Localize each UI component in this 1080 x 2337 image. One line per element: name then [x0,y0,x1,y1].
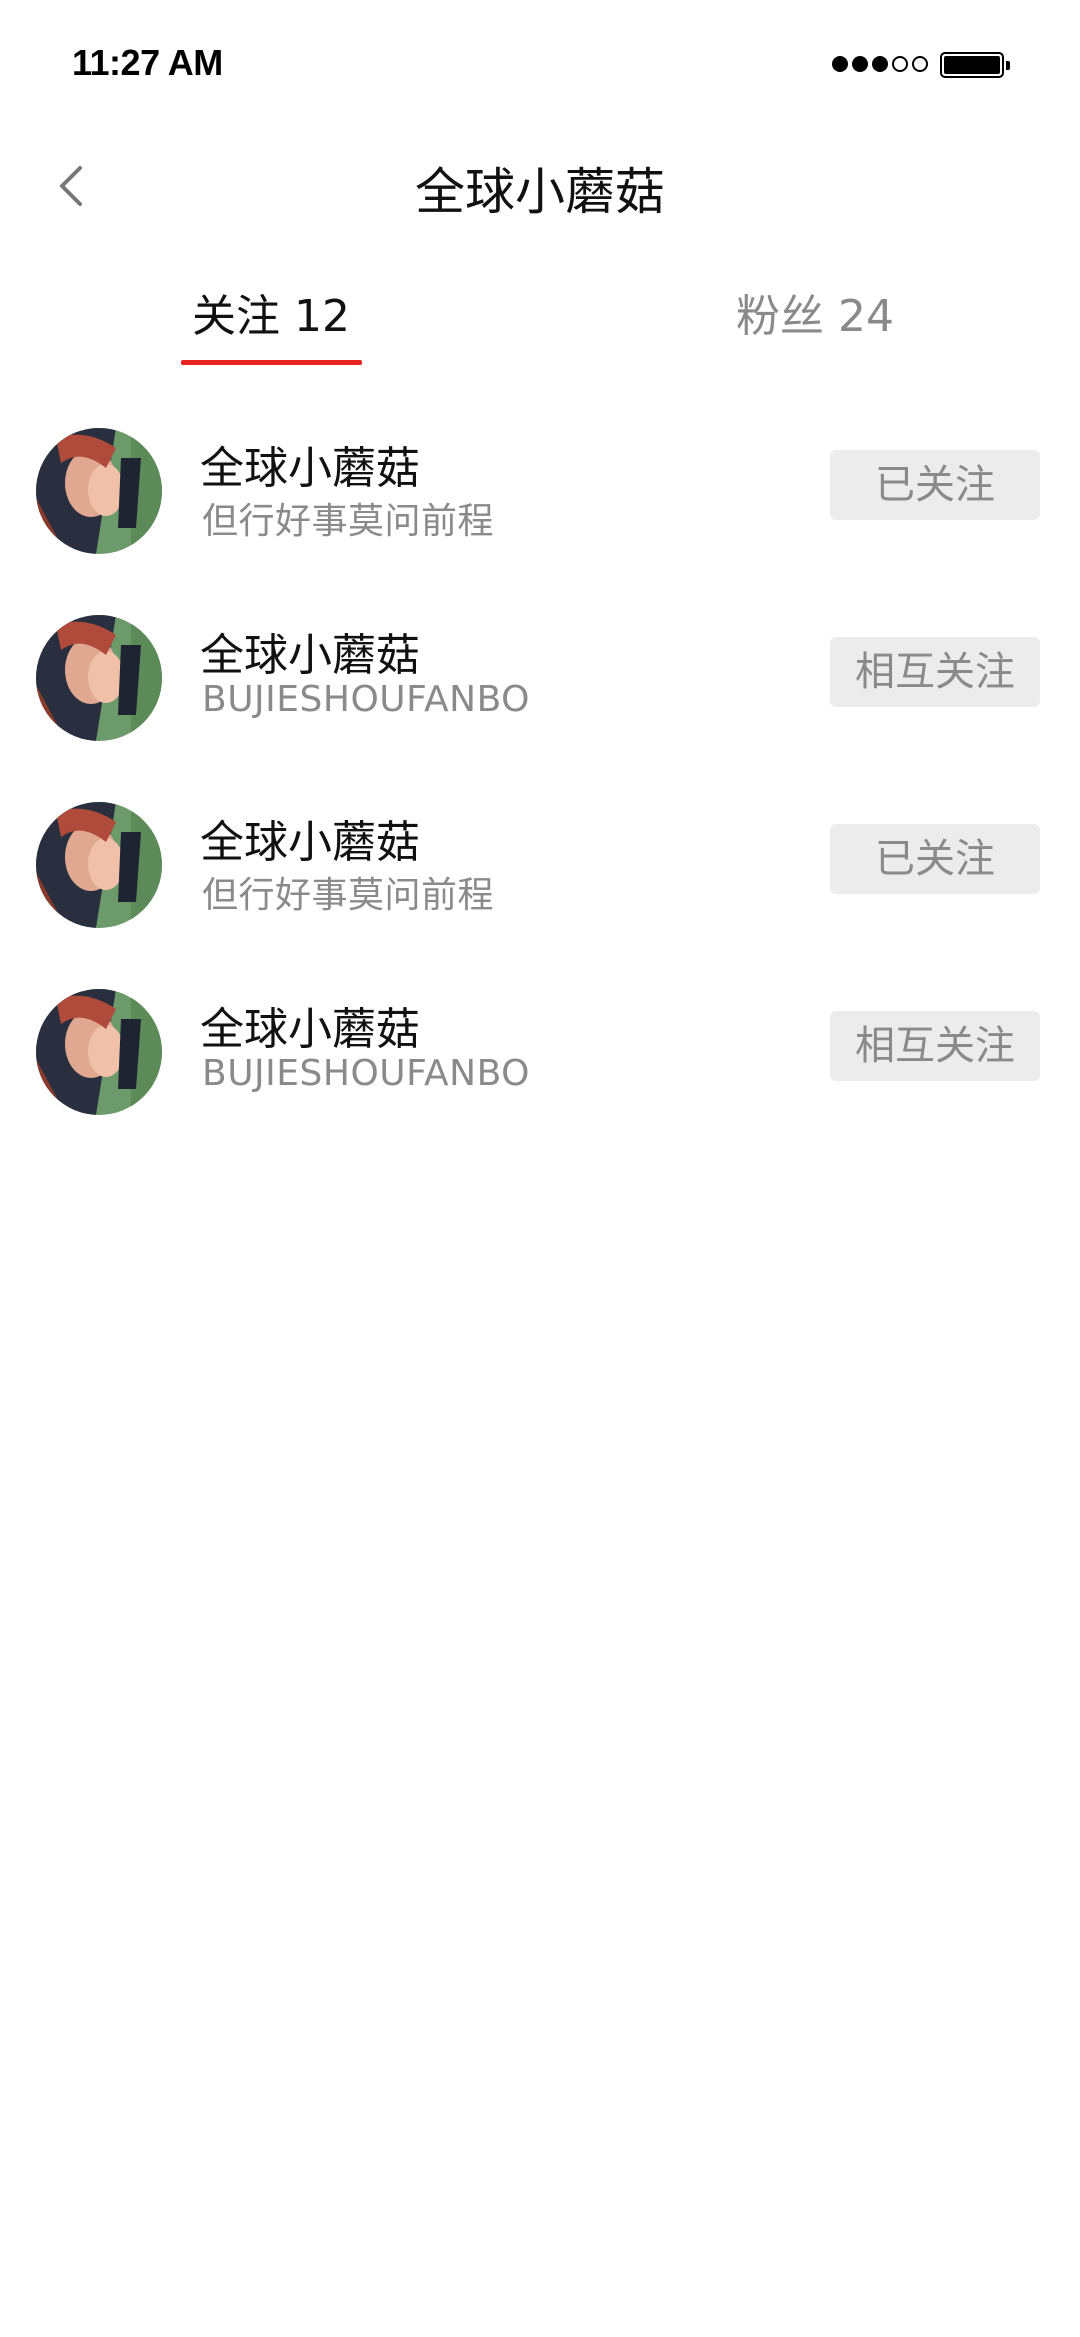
follow-status-button[interactable]: 已关注 [830,450,1040,520]
user-bio: 但行好事莫问前程 [202,875,495,916]
list-item[interactable]: 全球小蘑菇 BUJIESHOUFANBO 相互关注 [0,981,1080,1131]
list-item[interactable]: 全球小蘑菇 但行好事莫问前程 已关注 [0,420,1080,570]
active-tab-indicator [181,360,362,365]
follow-status-button[interactable]: 相互关注 [830,637,1040,707]
user-name: 全球小蘑菇 [200,1004,420,1055]
tab-bar: 关注 12 粉丝 24 [0,270,1080,370]
battery-icon [940,52,1010,78]
follow-status-button[interactable]: 相互关注 [830,1011,1040,1081]
page-title: 全球小蘑菇 [415,163,665,221]
avatar[interactable] [36,428,162,554]
status-bar: 11:27 AM [0,0,1080,130]
list-item[interactable]: 全球小蘑菇 但行好事莫问前程 已关注 [0,794,1080,944]
user-name: 全球小蘑菇 [200,443,420,494]
user-name: 全球小蘑菇 [200,817,420,868]
avatar[interactable] [36,802,162,928]
list-item[interactable]: 全球小蘑菇 BUJIESHOUFANBO 相互关注 [0,607,1080,757]
avatar[interactable] [36,615,162,741]
status-time: 11:27 AM [72,42,223,83]
follow-status-button[interactable]: 已关注 [830,824,1040,894]
user-bio: BUJIESHOUFANBO [202,1053,530,1094]
tab-followers[interactable]: 粉丝 24 [720,280,910,344]
nav-bar: 全球小蘑菇 [0,130,1080,240]
tab-following[interactable]: 关注 12 [180,280,362,344]
avatar[interactable] [36,989,162,1115]
user-bio: BUJIESHOUFANBO [202,679,530,720]
user-name: 全球小蘑菇 [200,630,420,681]
user-bio: 但行好事莫问前程 [202,501,495,542]
signal-dots-icon [832,56,928,72]
